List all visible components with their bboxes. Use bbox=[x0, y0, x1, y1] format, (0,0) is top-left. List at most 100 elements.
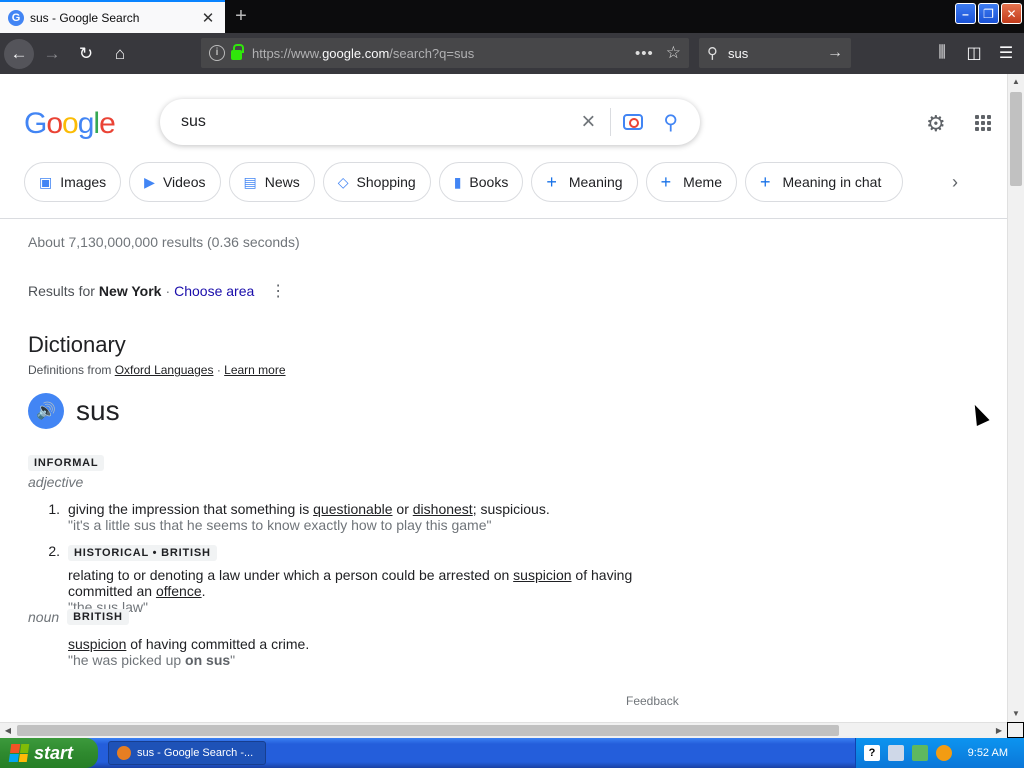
reload-icon[interactable]: ↻ bbox=[70, 38, 102, 70]
feedback-link[interactable]: Feedback bbox=[626, 694, 679, 708]
restore-window-icon[interactable]: ❐ bbox=[978, 3, 999, 24]
informal-badge: INFORMAL bbox=[28, 455, 105, 471]
search-input[interactable]: sus bbox=[181, 113, 574, 131]
chip-videos[interactable]: ▶ Videos bbox=[129, 162, 221, 202]
windows-taskbar: start sus - Google Search -... ? 9:52 AM bbox=[0, 738, 1024, 768]
chip-meaning-in-chat[interactable]: + Meaning in chat bbox=[744, 162, 903, 202]
horizontal-scrollbar[interactable]: ◀ ▶ bbox=[0, 722, 1007, 738]
chip-news[interactable]: ▤ News bbox=[228, 162, 315, 202]
results-for-label: Results for bbox=[28, 283, 95, 299]
library-icon[interactable]: ⫼ bbox=[930, 37, 954, 69]
speaker-volume-icon[interactable] bbox=[888, 745, 904, 761]
secure-lock-icon[interactable] bbox=[231, 44, 244, 60]
definition-list: 1. giving the impression that something … bbox=[40, 501, 680, 621]
book-icon: ▮ bbox=[453, 173, 462, 190]
definition-number: 1. bbox=[48, 501, 60, 517]
chip-images[interactable]: ▣ Images bbox=[24, 162, 122, 202]
part-of-speech-noun: noun bbox=[28, 609, 60, 625]
dictionary-source: Definitions from Oxford Languages · Lear… bbox=[28, 363, 286, 377]
chip-label: Meme bbox=[683, 174, 722, 190]
definition-text: ; suspicious. bbox=[472, 501, 550, 517]
search-submit-icon[interactable]: ⚲ bbox=[663, 110, 678, 135]
definition-example: "the sus law" bbox=[68, 599, 148, 615]
source-prefix: Definitions from bbox=[28, 363, 112, 377]
choose-area-link[interactable]: Choose area bbox=[174, 283, 254, 299]
taskbar-item-firefox[interactable]: sus - Google Search -... bbox=[108, 741, 266, 765]
speaker-audio-icon[interactable]: 🔊 bbox=[28, 393, 64, 429]
google-results-page: Google sus × ⚲ ⚙ ▣ Images ▶ Videos ▤ News ◇… bbox=[0, 74, 1007, 722]
browser-navbar: ← → ↻ ⌂ i https://www.google.com/search?… bbox=[0, 33, 1024, 74]
hamburger-menu-icon[interactable]: ☰ bbox=[994, 37, 1018, 69]
oxford-languages-link[interactable]: Oxford Languages bbox=[115, 363, 214, 377]
vertical-scrollbar[interactable]: ▲ ▼ bbox=[1007, 74, 1024, 722]
synonym-link-offence[interactable]: offence bbox=[156, 583, 202, 599]
plus-icon: + bbox=[660, 171, 672, 192]
back-arrow-icon[interactable]: ← bbox=[4, 38, 34, 69]
home-icon[interactable]: ⌂ bbox=[104, 38, 136, 70]
chip-label: Meaning bbox=[568, 174, 623, 190]
chip-books[interactable]: ▮ Books bbox=[438, 162, 524, 202]
chip-meme[interactable]: + Meme bbox=[645, 162, 737, 202]
logo-letter: o bbox=[62, 107, 79, 140]
learn-more-link[interactable]: Learn more bbox=[224, 363, 285, 377]
google-search-box[interactable]: sus × ⚲ bbox=[160, 99, 700, 145]
search-go-arrow-icon[interactable]: → bbox=[827, 44, 843, 62]
mouse-cursor-icon bbox=[968, 401, 990, 427]
forward-arrow-icon[interactable]: → bbox=[36, 38, 68, 70]
close-window-icon[interactable]: ✕ bbox=[1001, 3, 1022, 24]
scroll-down-arrow-icon[interactable]: ▼ bbox=[1008, 706, 1024, 722]
help-icon[interactable]: ? bbox=[864, 745, 880, 761]
chip-shopping[interactable]: ◇ Shopping bbox=[322, 162, 431, 202]
search-tray-icon[interactable] bbox=[936, 745, 952, 761]
minimize-window-icon[interactable]: – bbox=[955, 3, 976, 24]
browser-tab-active[interactable]: G sus - Google Search ✕ bbox=[0, 0, 225, 33]
url-text[interactable]: https://www.google.com/search?q=sus bbox=[252, 46, 635, 61]
new-tab-plus-icon[interactable]: + bbox=[230, 5, 252, 27]
part-of-speech-adjective: adjective bbox=[28, 474, 84, 490]
tag-icon: ◇ bbox=[337, 173, 349, 190]
settings-gear-icon[interactable]: ⚙ bbox=[926, 111, 946, 137]
more-options-icon[interactable]: ⋮ bbox=[270, 281, 286, 301]
scroll-right-arrow-icon[interactable]: ▶ bbox=[991, 723, 1007, 739]
vertical-scroll-thumb[interactable] bbox=[1010, 92, 1022, 186]
url-bar[interactable]: i https://www.google.com/search?q=sus ••… bbox=[201, 38, 689, 68]
example-text: " bbox=[230, 652, 236, 668]
chip-label: News bbox=[264, 174, 300, 190]
chevron-right-icon[interactable]: › bbox=[952, 172, 958, 193]
scroll-left-arrow-icon[interactable]: ◀ bbox=[0, 723, 16, 739]
synonym-link-suspicion[interactable]: suspicion bbox=[513, 567, 571, 583]
synonym-link-suspicion[interactable]: suspicion bbox=[68, 636, 126, 652]
network-icon[interactable] bbox=[912, 745, 928, 761]
chip-meaning[interactable]: + Meaning bbox=[531, 162, 638, 202]
browser-search-value[interactable]: sus bbox=[728, 46, 827, 61]
example-bold: on sus bbox=[185, 652, 231, 668]
logo-letter: o bbox=[46, 107, 63, 140]
sidebar-toggle-icon[interactable]: ◫ bbox=[962, 37, 986, 69]
location-line: Results for New York · Choose area ⋮ bbox=[28, 281, 286, 301]
clear-search-icon[interactable]: × bbox=[574, 108, 602, 136]
news-icon: ▤ bbox=[243, 173, 257, 190]
definition-text: relating to or denoting a law under whic… bbox=[68, 567, 514, 583]
plus-icon: + bbox=[546, 171, 557, 192]
search-divider bbox=[610, 108, 612, 136]
site-info-icon[interactable]: i bbox=[209, 45, 225, 61]
tab-close-icon[interactable]: ✕ bbox=[197, 9, 219, 27]
scroll-up-arrow-icon[interactable]: ▲ bbox=[1008, 74, 1024, 90]
firefox-icon bbox=[117, 746, 131, 760]
lens-camera-icon[interactable] bbox=[623, 114, 644, 130]
chip-label: Videos bbox=[162, 174, 206, 190]
bookmark-star-icon[interactable]: ☆ bbox=[666, 43, 681, 63]
dictionary-heading: Dictionary bbox=[28, 332, 126, 357]
page-actions-menu-icon[interactable]: ••• bbox=[635, 45, 654, 62]
synonym-link-dishonest[interactable]: dishonest bbox=[413, 501, 473, 517]
browser-search-bar[interactable]: ⚲ sus → bbox=[699, 38, 851, 68]
horizontal-scroll-thumb[interactable] bbox=[17, 725, 839, 736]
start-button[interactable]: start bbox=[0, 738, 98, 768]
clock[interactable]: 9:52 AM bbox=[968, 747, 1008, 759]
google-logo[interactable]: Google bbox=[24, 107, 116, 141]
label-row: HISTORICAL • BRITISH bbox=[68, 543, 680, 561]
start-label: start bbox=[34, 742, 74, 763]
logo-letter: G bbox=[24, 107, 47, 140]
google-apps-grid-icon[interactable] bbox=[975, 115, 992, 132]
synonym-link-questionable[interactable]: questionable bbox=[313, 501, 392, 517]
